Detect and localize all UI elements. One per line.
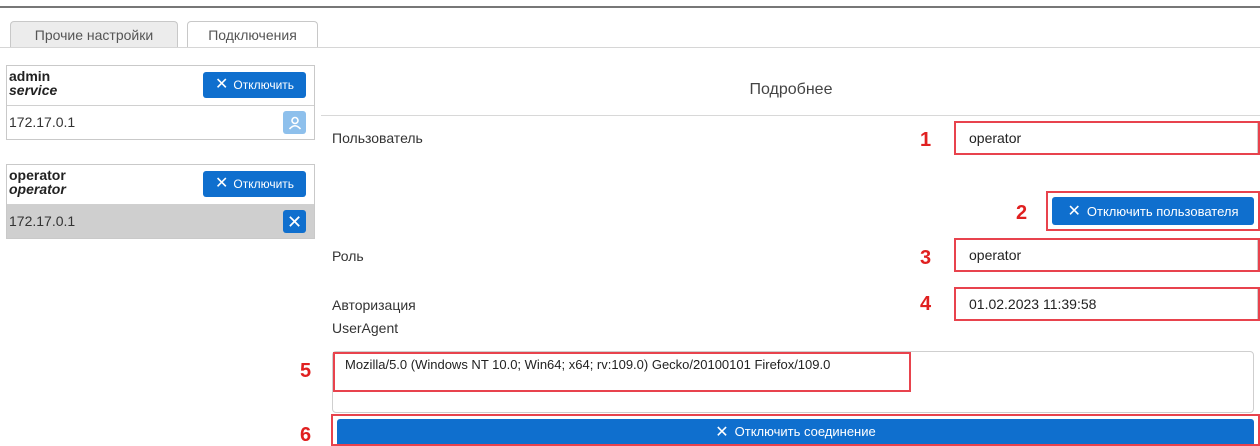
connection-card-header: operator operator ✕ Отключить [7, 165, 314, 205]
disconnect-user-frame: ✕ Отключить пользователя [1046, 191, 1260, 231]
disconnect-connection-button[interactable]: ✕ Отключить соединение [337, 419, 1254, 444]
user-label: Пользователь [332, 130, 423, 146]
connection-role: service [9, 82, 58, 98]
annotation-6: 6 [300, 424, 312, 446]
connection-card: operator operator ✕ Отключить 172.17.0.1… [6, 164, 315, 239]
connection-username: operator [9, 167, 66, 183]
auth-field[interactable]: 01.02.2023 11:39:58 [954, 287, 1260, 321]
close-icon[interactable]: ✕ [283, 210, 306, 233]
user-field[interactable]: operator [954, 121, 1260, 155]
details-divider [321, 115, 1260, 116]
field-edge [1257, 240, 1258, 270]
disconnect-button-label: Отключить [233, 78, 295, 92]
close-icon: ✕ [214, 175, 229, 192]
role-field-value: operator [969, 247, 1022, 263]
connection-ip: 172.17.0.1 [9, 213, 76, 229]
auth-field-value: 01.02.2023 11:39:58 [969, 296, 1097, 312]
useragent-value: Mozilla/5.0 (Windows NT 10.0; Win64; x64… [333, 352, 911, 392]
user-icon[interactable] [283, 111, 306, 134]
disconnect-button-label: Отключить [233, 177, 295, 191]
tab-other-settings[interactable]: Прочие настройки [10, 21, 178, 48]
connection-ip: 172.17.0.1 [9, 114, 76, 130]
disconnect-connection-button-label: Отключить соединение [734, 424, 876, 439]
field-edge [1257, 123, 1258, 153]
useragent-label: UserAgent [332, 320, 399, 336]
user-field-value: operator [969, 130, 1022, 146]
annotation-1: 1 [920, 129, 932, 151]
connection-card-header: admin service ✕ Отключить [7, 66, 314, 106]
details-title: Подробнее [749, 81, 833, 98]
tab-underline [0, 47, 1260, 48]
role-field[interactable]: operator [954, 238, 1260, 272]
disconnect-user-button[interactable]: ✕ Отключить пользователя [1052, 197, 1254, 225]
tab-bar: Прочие настройки Подключения [10, 21, 318, 48]
close-icon: ✕ [214, 76, 229, 93]
tab-connections[interactable]: Подключения [187, 21, 318, 48]
connection-row[interactable]: 172.17.0.1 [7, 106, 314, 139]
disconnect-user-button-label: Отключить пользователя [1086, 203, 1239, 219]
annotation-5: 5 [300, 360, 312, 382]
disconnect-button[interactable]: ✕ Отключить [203, 72, 306, 98]
close-icon: ✕ [1067, 203, 1081, 220]
close-icon: ✕ [715, 423, 729, 441]
field-edge [1257, 289, 1258, 319]
connection-row-selected[interactable]: 172.17.0.1 ✕ [7, 205, 314, 238]
connection-card: admin service ✕ Отключить 172.17.0.1 [6, 65, 315, 140]
annotation-4: 4 [920, 293, 932, 315]
annotation-3: 3 [920, 247, 932, 269]
role-label: Роль [332, 248, 364, 264]
auth-label: Авторизация [332, 297, 416, 313]
disconnect-button[interactable]: ✕ Отключить [203, 171, 306, 197]
top-border [0, 6, 1260, 8]
connection-role: operator [9, 181, 66, 197]
connection-username: admin [9, 68, 51, 84]
annotation-2: 2 [1016, 202, 1028, 224]
disconnect-connection-frame: ✕ Отключить соединение [331, 414, 1260, 446]
